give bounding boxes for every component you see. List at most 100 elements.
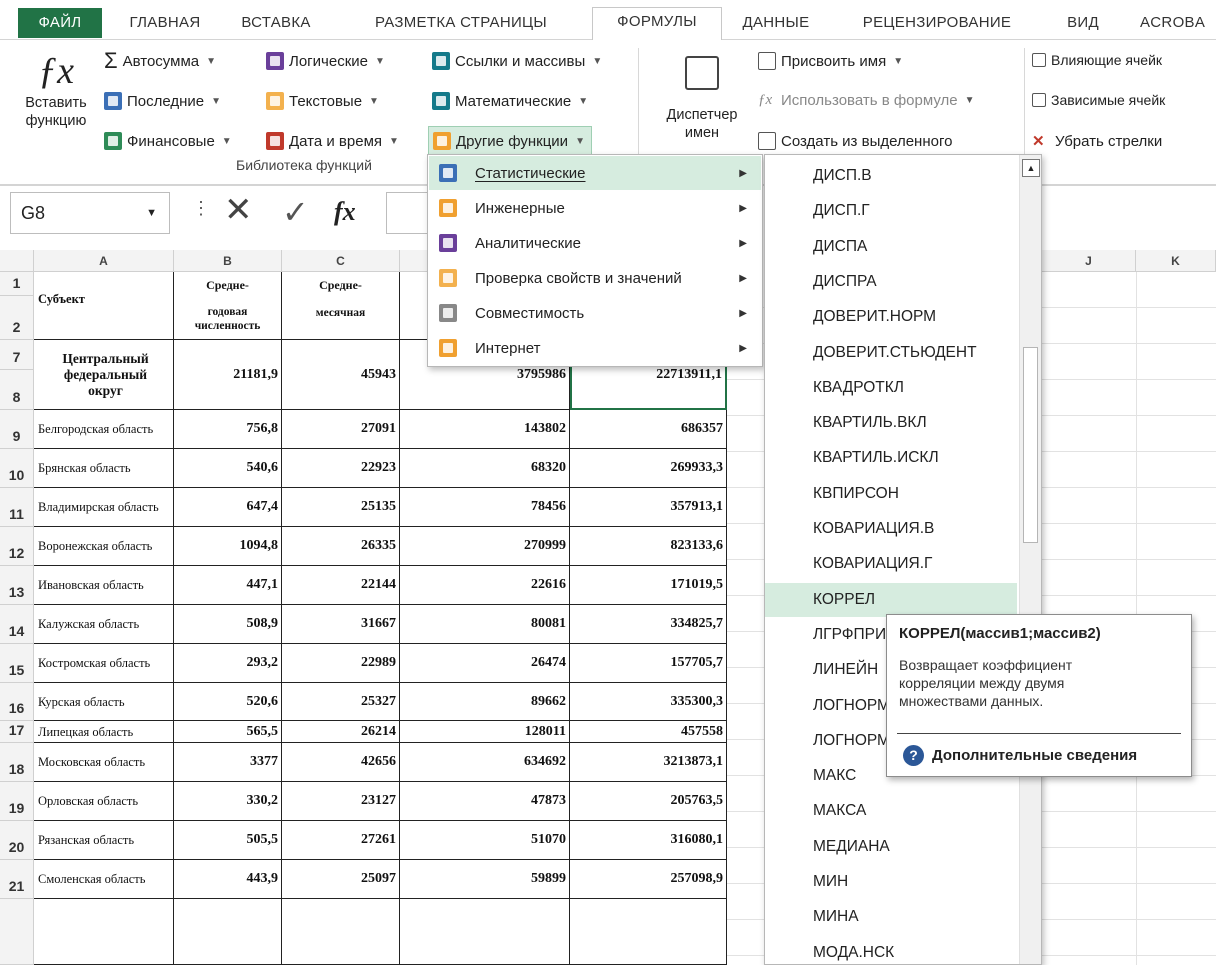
autosum-button[interactable]: Σ Автосумма ▼	[104, 50, 216, 72]
create-from-selection-button[interactable]: Создать из выделенного	[758, 132, 952, 150]
column-header-j[interactable]: J	[1042, 250, 1136, 272]
cell-subject[interactable]: Орловская область	[34, 782, 174, 821]
cell-col-d[interactable]: 26474	[400, 644, 570, 683]
function-item[interactable]: МАКСА	[765, 794, 1017, 828]
menu-item-analytical[interactable]: Аналитические ▶	[429, 226, 761, 260]
tab-file[interactable]: ФАЙЛ	[18, 8, 102, 38]
function-item[interactable]: ДОВЕРИТ.НОРМ	[765, 300, 1017, 334]
cell-avg-headcount[interactable]: 3377	[174, 743, 282, 782]
cell-avg-headcount[interactable]: 508,9	[174, 605, 282, 644]
cell-avg-headcount[interactable]: 505,5	[174, 821, 282, 860]
row-header[interactable]: 12	[0, 527, 34, 566]
cell-avg-monthly[interactable]: 22989	[282, 644, 400, 683]
function-item[interactable]: ДИСПРА	[765, 265, 1017, 299]
function-item[interactable]: ДИСПА	[765, 230, 1017, 264]
row-header[interactable]: 10	[0, 449, 34, 488]
cell-subject[interactable]: Смоленская область	[34, 860, 174, 899]
function-item[interactable]: МИНА	[765, 900, 1017, 934]
cell-col-d[interactable]: 68320	[400, 449, 570, 488]
cell-avg-monthly[interactable]: 26214	[282, 721, 400, 743]
tab-data[interactable]: ДАННЫЕ	[730, 9, 822, 40]
menu-item-information[interactable]: Проверка свойств и значений ▶	[429, 261, 761, 295]
cell-avg-headcount[interactable]: 1094,8	[174, 527, 282, 566]
remove-arrows-button[interactable]: ✕ Убрать стрелки	[1032, 132, 1162, 151]
function-item[interactable]: КВАРТИЛЬ.ИСКЛ	[765, 441, 1017, 475]
scrollbar[interactable]: ▲	[1019, 155, 1041, 964]
menu-item-compatibility[interactable]: Совместимость ▶	[429, 296, 761, 330]
other-functions-button[interactable]: Другие функции ▼	[428, 126, 592, 156]
column-header-b[interactable]: B	[174, 250, 282, 272]
cell-avg-monthly[interactable]: 31667	[282, 605, 400, 644]
cell-partial[interactable]	[570, 899, 727, 965]
function-item[interactable]: КВАРТИЛЬ.ВКЛ	[765, 406, 1017, 440]
row-header[interactable]: 21	[0, 860, 34, 899]
cell-avg-headcount[interactable]: 540,6	[174, 449, 282, 488]
row-header[interactable]: 9	[0, 410, 34, 449]
cell-subject[interactable]: Ивановская область	[34, 566, 174, 605]
row-header-7[interactable]: 7	[0, 340, 34, 370]
function-item[interactable]: КВАДРОТКЛ	[765, 371, 1017, 405]
cell-avg-headcount[interactable]: 647,4	[174, 488, 282, 527]
tab-home[interactable]: ГЛАВНАЯ	[118, 9, 212, 40]
cell-avg-headcount[interactable]: 520,6	[174, 683, 282, 721]
cell-col-d[interactable]: 634692	[400, 743, 570, 782]
row-header[interactable]: 13	[0, 566, 34, 605]
menu-item-statistical[interactable]: Статистические ▶	[429, 156, 761, 190]
cell-b8[interactable]: 21181,9	[174, 340, 282, 410]
cell-col-d[interactable]: 143802	[400, 410, 570, 449]
cell-avg-monthly[interactable]: 42656	[282, 743, 400, 782]
cell-col-e[interactable]: 334825,7	[570, 605, 727, 644]
row-header-2[interactable]: 2	[0, 296, 34, 340]
function-item[interactable]: МИН	[765, 865, 1017, 899]
cell-subject[interactable]: Курская область	[34, 683, 174, 721]
cell-col-d[interactable]: 22616	[400, 566, 570, 605]
name-box[interactable]: G8 ▼	[10, 192, 170, 234]
cell-partial[interactable]	[400, 899, 570, 965]
column-header-k[interactable]: K	[1136, 250, 1216, 272]
function-item[interactable]: ДИСП.В	[765, 159, 1017, 193]
enter-check-icon[interactable]: ✓	[282, 192, 309, 232]
datetime-button[interactable]: Дата и время ▼	[266, 132, 399, 150]
use-in-formula-button[interactable]: ƒx Использовать в формуле ▼	[758, 92, 975, 109]
cell-avg-monthly[interactable]: 27261	[282, 821, 400, 860]
cell-avg-headcount[interactable]: 330,2	[174, 782, 282, 821]
cell-subject[interactable]: Брянская область	[34, 449, 174, 488]
function-item[interactable]: КОВАРИАЦИЯ.В	[765, 512, 1017, 546]
cell-col-d[interactable]: 78456	[400, 488, 570, 527]
tab-review[interactable]: РЕЦЕНЗИРОВАНИЕ	[844, 9, 1030, 40]
cell-col-e[interactable]: 357913,1	[570, 488, 727, 527]
cell-partial[interactable]	[174, 899, 282, 965]
cell-col-d[interactable]: 47873	[400, 782, 570, 821]
cell-avg-headcount[interactable]: 756,8	[174, 410, 282, 449]
cell-avg-monthly[interactable]: 25327	[282, 683, 400, 721]
tab-acrobat[interactable]: ACROBA	[1140, 9, 1216, 40]
cell-col-d[interactable]: 59899	[400, 860, 570, 899]
cell-col-e[interactable]: 157705,7	[570, 644, 727, 683]
cell-col-e[interactable]: 686357	[570, 410, 727, 449]
cell-col-d[interactable]: 128011	[400, 721, 570, 743]
column-header-a[interactable]: A	[34, 250, 174, 272]
cell-subject[interactable]: Рязанская область	[34, 821, 174, 860]
cell-c8[interactable]: 45943	[282, 340, 400, 410]
tab-formulas[interactable]: ФОРМУЛЫ	[592, 7, 722, 40]
cell-central-district[interactable]: Центральный федеральный округ	[34, 340, 174, 410]
header-col-b[interactable]: Средне- годовая численность	[174, 272, 282, 340]
cell-avg-monthly[interactable]: 26335	[282, 527, 400, 566]
cancel-icon[interactable]: ✕	[224, 190, 253, 230]
tab-insert[interactable]: ВСТАВКА	[226, 9, 326, 40]
cell-partial[interactable]	[34, 899, 174, 965]
cell-avg-monthly[interactable]: 23127	[282, 782, 400, 821]
trace-dependents-button[interactable]: Зависимые ячейк	[1032, 92, 1165, 108]
row-header[interactable]: 17	[0, 721, 34, 743]
cell-avg-headcount[interactable]: 293,2	[174, 644, 282, 683]
logical-button[interactable]: Логические ▼	[266, 52, 385, 70]
header-col-c[interactable]: Средне- месячная	[282, 272, 400, 340]
insert-function-button[interactable]: ƒx Вставить функцию	[10, 48, 102, 160]
name-manager-button[interactable]: Диспетчер имен	[650, 50, 754, 160]
cell-subject[interactable]: Липецкая область	[34, 721, 174, 743]
insert-function-fx-icon[interactable]: fx	[334, 192, 356, 232]
cell-avg-headcount[interactable]: 447,1	[174, 566, 282, 605]
header-subject[interactable]: Субъект	[34, 272, 174, 340]
cell-avg-headcount[interactable]: 565,5	[174, 721, 282, 743]
tab-page-layout[interactable]: РАЗМЕТКА СТРАНИЦЫ	[346, 9, 576, 40]
